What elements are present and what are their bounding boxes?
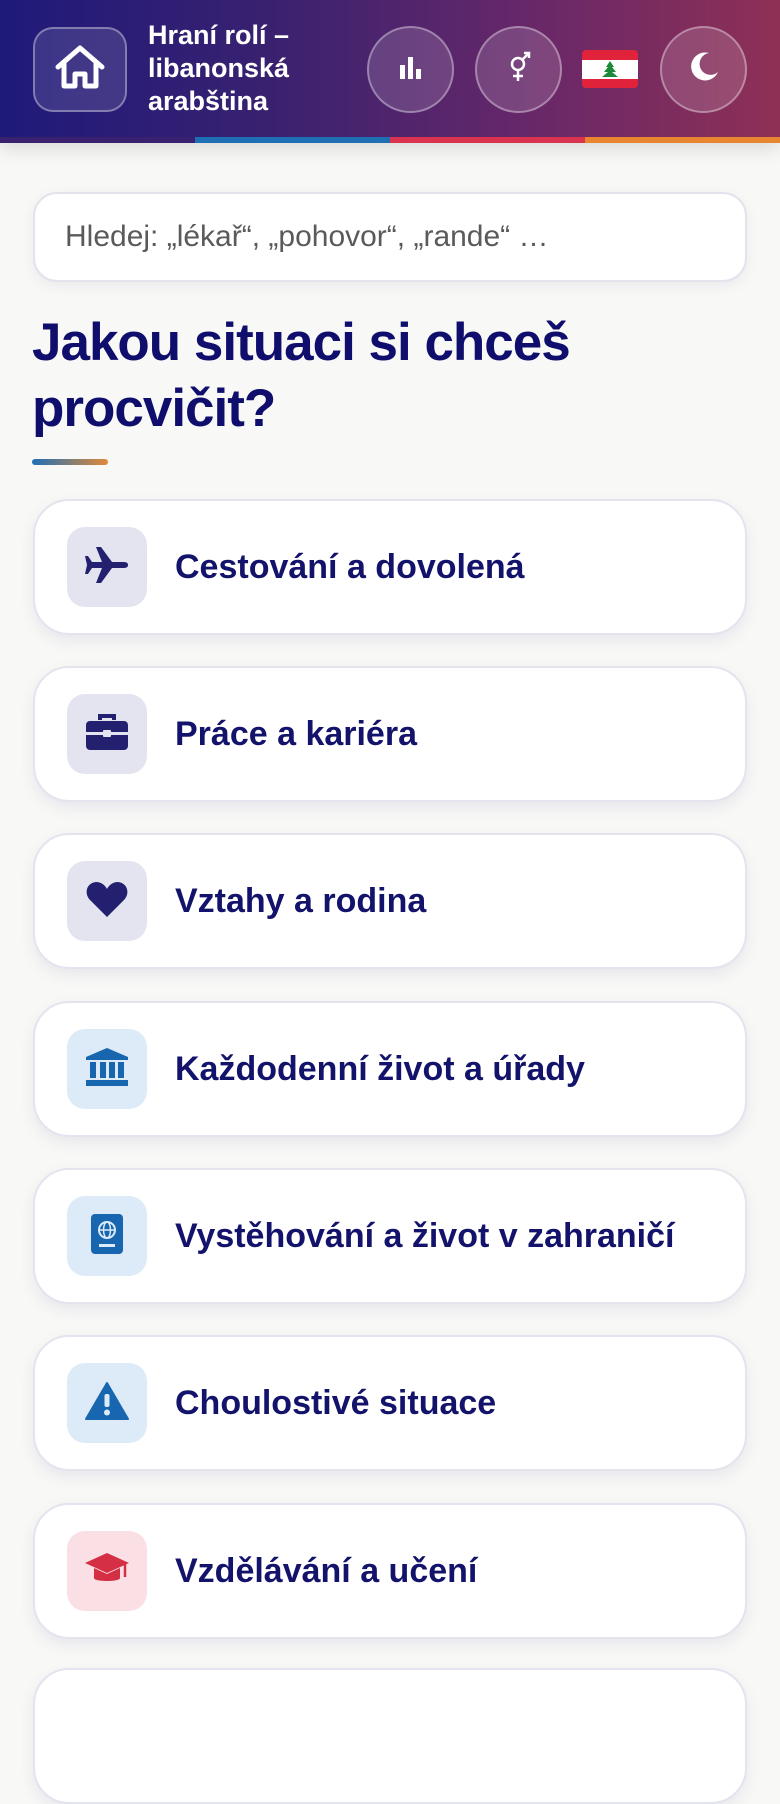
category-card-education[interactable]: Vzdělávání a učení <box>33 1503 747 1639</box>
category-label: Choulostivé situace <box>175 1383 497 1422</box>
home-icon <box>53 43 107 96</box>
warning-icon <box>85 1381 129 1426</box>
category-card-work[interactable]: Práce a kariéra <box>33 666 747 802</box>
category-card-emigration[interactable]: Vystěhování a život v zahraničí <box>33 1168 747 1304</box>
bank-icon <box>85 1047 129 1092</box>
category-icon-box <box>67 694 147 774</box>
passport-icon <box>90 1213 124 1260</box>
moon-icon <box>687 50 721 89</box>
app-header: Hraní rolí – libanonská arabština <box>0 0 780 143</box>
heart-icon <box>85 879 129 924</box>
airplane-icon <box>84 545 130 590</box>
category-icon-box <box>67 527 147 607</box>
briefcase-icon <box>85 712 129 757</box>
app-title: Hraní rolí – libanonská arabština <box>148 20 290 116</box>
stripe-segment <box>585 137 780 143</box>
category-label: Každodenní život a úřady <box>175 1049 585 1088</box>
category-icon-box <box>67 861 147 941</box>
category-label: Vzdělávání a učení <box>175 1551 478 1590</box>
category-label: Vystěhování a život v zahraničí <box>175 1216 675 1255</box>
stripe-segment <box>195 137 390 143</box>
home-button[interactable] <box>33 27 127 112</box>
category-icon-box <box>67 1196 147 1276</box>
category-label: Vztahy a rodina <box>175 881 427 920</box>
stripe-segment <box>390 137 585 143</box>
stats-button[interactable] <box>367 26 454 113</box>
category-label: Cestování a dovolená <box>175 547 525 586</box>
header-stripe <box>0 137 780 143</box>
bar-chart-icon <box>398 55 424 84</box>
gender-icon <box>505 50 533 89</box>
category-icon-box <box>67 1531 147 1611</box>
category-card-travel[interactable]: Cestování a dovolená <box>33 499 747 635</box>
category-card-daily-life[interactable]: Každodenní život a úřady <box>33 1001 747 1137</box>
gender-button[interactable] <box>475 26 562 113</box>
category-card-delicate-situations[interactable]: Choulostivé situace <box>33 1335 747 1471</box>
page-title: Jakou situaci si chceš procvičit? <box>32 313 571 438</box>
category-icon-box <box>67 1363 147 1443</box>
category-card-partial[interactable] <box>33 1668 747 1804</box>
stripe-segment <box>0 137 195 143</box>
graduation-cap-icon <box>84 1551 130 1592</box>
category-card-relationships[interactable]: Vztahy a rodina <box>33 833 747 969</box>
lebanon-flag[interactable] <box>582 50 638 88</box>
category-label: Práce a kariéra <box>175 714 417 753</box>
heading-underline <box>32 459 108 465</box>
category-icon-box <box>67 1029 147 1109</box>
search-input[interactable] <box>33 192 747 282</box>
theme-toggle-button[interactable] <box>660 26 747 113</box>
